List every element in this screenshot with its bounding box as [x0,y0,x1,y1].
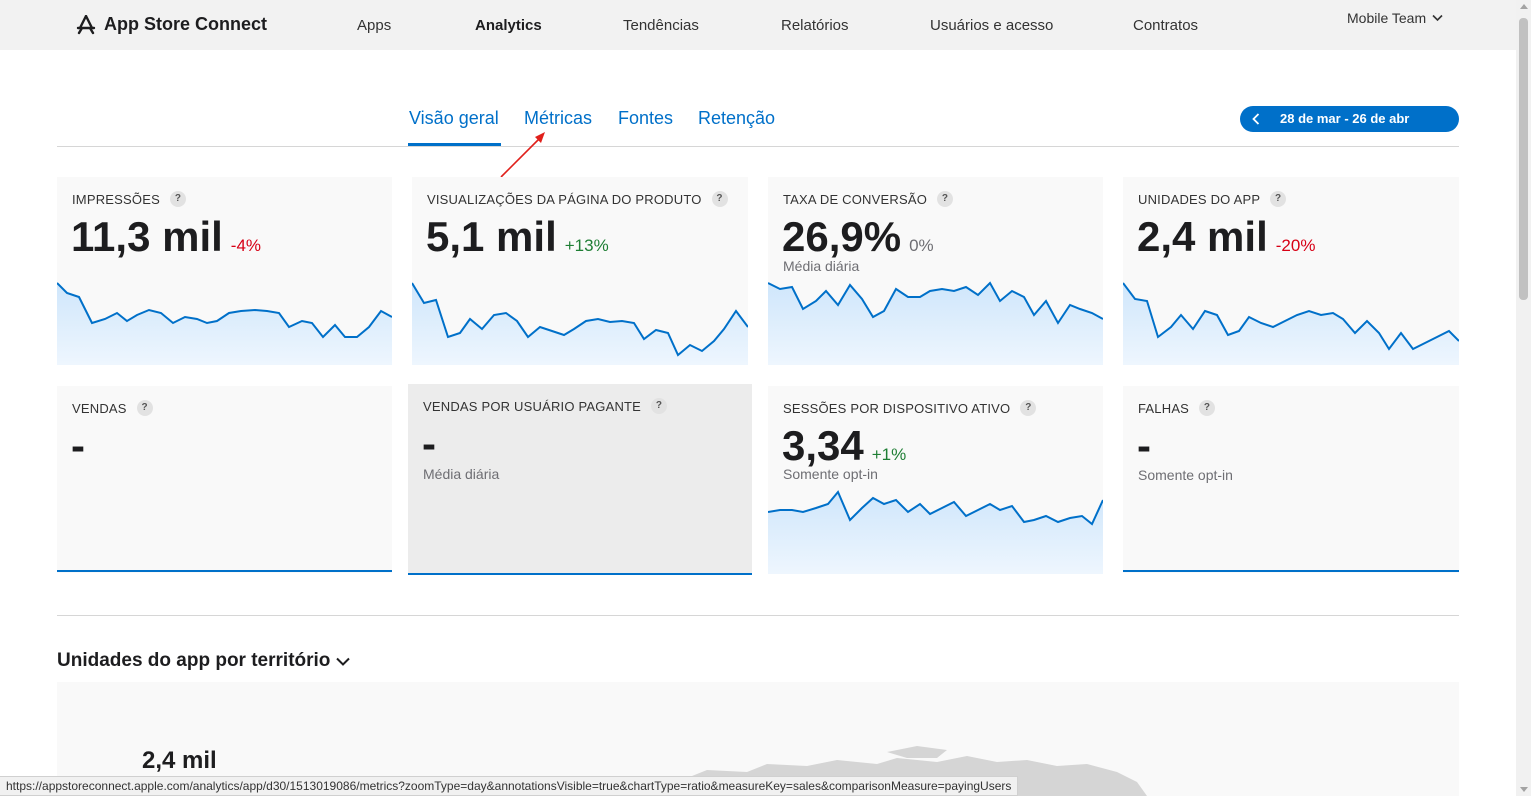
date-range-label: 28 de mar - 26 de abr [1280,111,1410,126]
card-title: FALHAS ? [1138,400,1216,416]
card-title: VENDAS ? [72,400,153,416]
nav-relatorios[interactable]: Relatórios [781,17,849,34]
help-icon[interactable]: ? [136,400,153,416]
brand-title: App Store Connect [104,14,268,34]
card-value: 5,1 mil +13% [426,213,609,261]
card-delta: 0% [909,236,934,255]
card-delta: -4% [230,236,262,255]
card-title-text: UNIDADES DO APP [1138,191,1261,207]
card-value-text: 3,34 [782,422,864,469]
team-selector[interactable]: Mobile Team [1347,10,1443,26]
card-delta: -20% [1275,236,1316,255]
team-name: Mobile Team [1347,10,1427,26]
top-navigation-bar: App Store Connect Apps Analytics Tendênc… [0,0,1516,50]
nav-apps[interactable]: Apps [357,17,391,34]
card-delta: +13% [564,236,609,255]
tab-fontes[interactable]: Fontes [618,108,673,129]
crashes-flat-line [1123,570,1459,572]
brand-link[interactable]: App Store Connect [76,14,267,35]
card-value: - [1137,422,1151,470]
chevron-left-icon[interactable] [1252,113,1260,125]
card-value-text: - [71,422,85,469]
app-store-icon [76,14,96,34]
nav-analytics[interactable]: Analytics [475,17,542,34]
date-range-selector[interactable]: 28 de mar - 26 de abr [1240,106,1459,132]
card-title: SESSÕES POR DISPOSITIVO ATIVO ? [783,400,1037,416]
card-title-text: TAXA DE CONVERSÃO [783,191,928,207]
card-title: VENDAS POR USUÁRIO PAGANTE ? [423,398,668,414]
card-value: 26,9% 0% [782,213,934,261]
help-icon[interactable]: ? [169,191,186,207]
card-title-text: IMPRESSÕES [72,191,160,207]
card-value-text: 11,3 mil [71,213,223,260]
help-icon[interactable]: ? [1270,191,1287,207]
scroll-down-arrow-icon[interactable] [1520,787,1528,792]
territory-total-value: 2,4 mil [142,747,217,774]
card-value: 2,4 mil -20% [1137,213,1315,261]
nav-usuarios-acesso[interactable]: Usuários e acesso [930,17,1053,34]
scrollbar-thumb[interactable] [1519,18,1528,300]
territory-section-selector[interactable]: Unidades do app por território [57,650,351,672]
impressions-sparkline [57,282,392,365]
card-subtitle: Média diária [423,466,500,482]
views-sparkline [412,282,748,365]
chevron-down-icon [1432,14,1443,22]
tab-metricas[interactable]: Métricas [524,108,592,129]
card-title: UNIDADES DO APP ? [1138,191,1287,207]
help-icon[interactable]: ? [1199,400,1216,416]
tab-visao-geral[interactable]: Visão geral [409,108,499,129]
card-value: 3,34 +1% [782,422,906,470]
card-subtitle: Média diária [783,258,860,274]
nav-contratos[interactable]: Contratos [1133,17,1198,34]
status-bar-url: https://appstoreconnect.apple.com/analyt… [0,776,1019,796]
metric-card-sessoes[interactable]: SESSÕES POR DISPOSITIVO ATIVO ? 3,34 +1% … [768,386,1103,574]
scroll-up-arrow-icon[interactable] [1520,4,1528,9]
arrow-icon [500,132,545,178]
metric-card-vendas-usuario-pagante[interactable]: VENDAS POR USUÁRIO PAGANTE ? - Média diá… [408,384,752,575]
sessions-sparkline [768,490,1103,574]
card-value-text: 2,4 mil [1137,213,1268,260]
card-title-text: VENDAS [72,400,127,416]
help-icon[interactable]: ? [1020,400,1037,416]
card-subtitle: Somente opt-in [1138,467,1233,483]
card-value: 11,3 mil -4% [71,213,261,261]
section-divider [57,615,1459,616]
help-icon[interactable]: ? [711,191,728,207]
metric-card-falhas[interactable]: FALHAS ? - Somente opt-in [1123,386,1459,573]
metric-card-vendas[interactable]: VENDAS ? - [57,386,392,573]
units-sparkline [1123,282,1459,365]
card-title-text: SESSÕES POR DISPOSITIVO ATIVO [783,400,1011,416]
section-title: Unidades do app por território [57,650,331,671]
card-value: - [71,422,85,470]
card-subtitle: Somente opt-in [783,466,878,482]
metric-card-unidades-app[interactable]: UNIDADES DO APP ? 2,4 mil -20% [1123,177,1459,365]
card-value-text: - [1137,422,1151,469]
help-icon[interactable]: ? [937,191,954,207]
nav-tendencias[interactable]: Tendências [623,17,699,34]
card-title: TAXA DE CONVERSÃO ? [783,191,954,207]
card-title-text: VENDAS POR USUÁRIO PAGANTE [423,398,642,414]
page-scrollbar[interactable] [1516,0,1531,796]
chevron-down-icon [336,657,351,666]
card-title: VISUALIZAÇÕES DA PÁGINA DO PRODUTO ? [427,191,728,207]
help-icon[interactable]: ? [651,398,668,414]
sales-flat-line [57,570,392,572]
card-delta: +1% [871,445,907,464]
card-value-text: 5,1 mil [426,213,557,260]
metric-card-taxa-conversao[interactable]: TAXA DE CONVERSÃO ? 26,9% 0% Média diária [768,177,1103,365]
tab-retencao[interactable]: Retenção [698,108,775,129]
card-value-text: - [422,420,436,467]
card-title-text: FALHAS [1138,400,1190,416]
card-title-text: VISUALIZAÇÕES DA PÁGINA DO PRODUTO [427,191,702,207]
card-value-text: 26,9% [782,213,902,260]
metric-card-impressoes[interactable]: IMPRESSÕES ? 11,3 mil -4% [57,177,392,365]
card-title: IMPRESSÕES ? [72,191,186,207]
metric-card-visualizacoes[interactable]: VISUALIZAÇÕES DA PÁGINA DO PRODUTO ? 5,1… [412,177,748,365]
tabs-divider [57,146,1459,147]
card-value: - [422,420,436,468]
conversion-sparkline [768,281,1103,365]
